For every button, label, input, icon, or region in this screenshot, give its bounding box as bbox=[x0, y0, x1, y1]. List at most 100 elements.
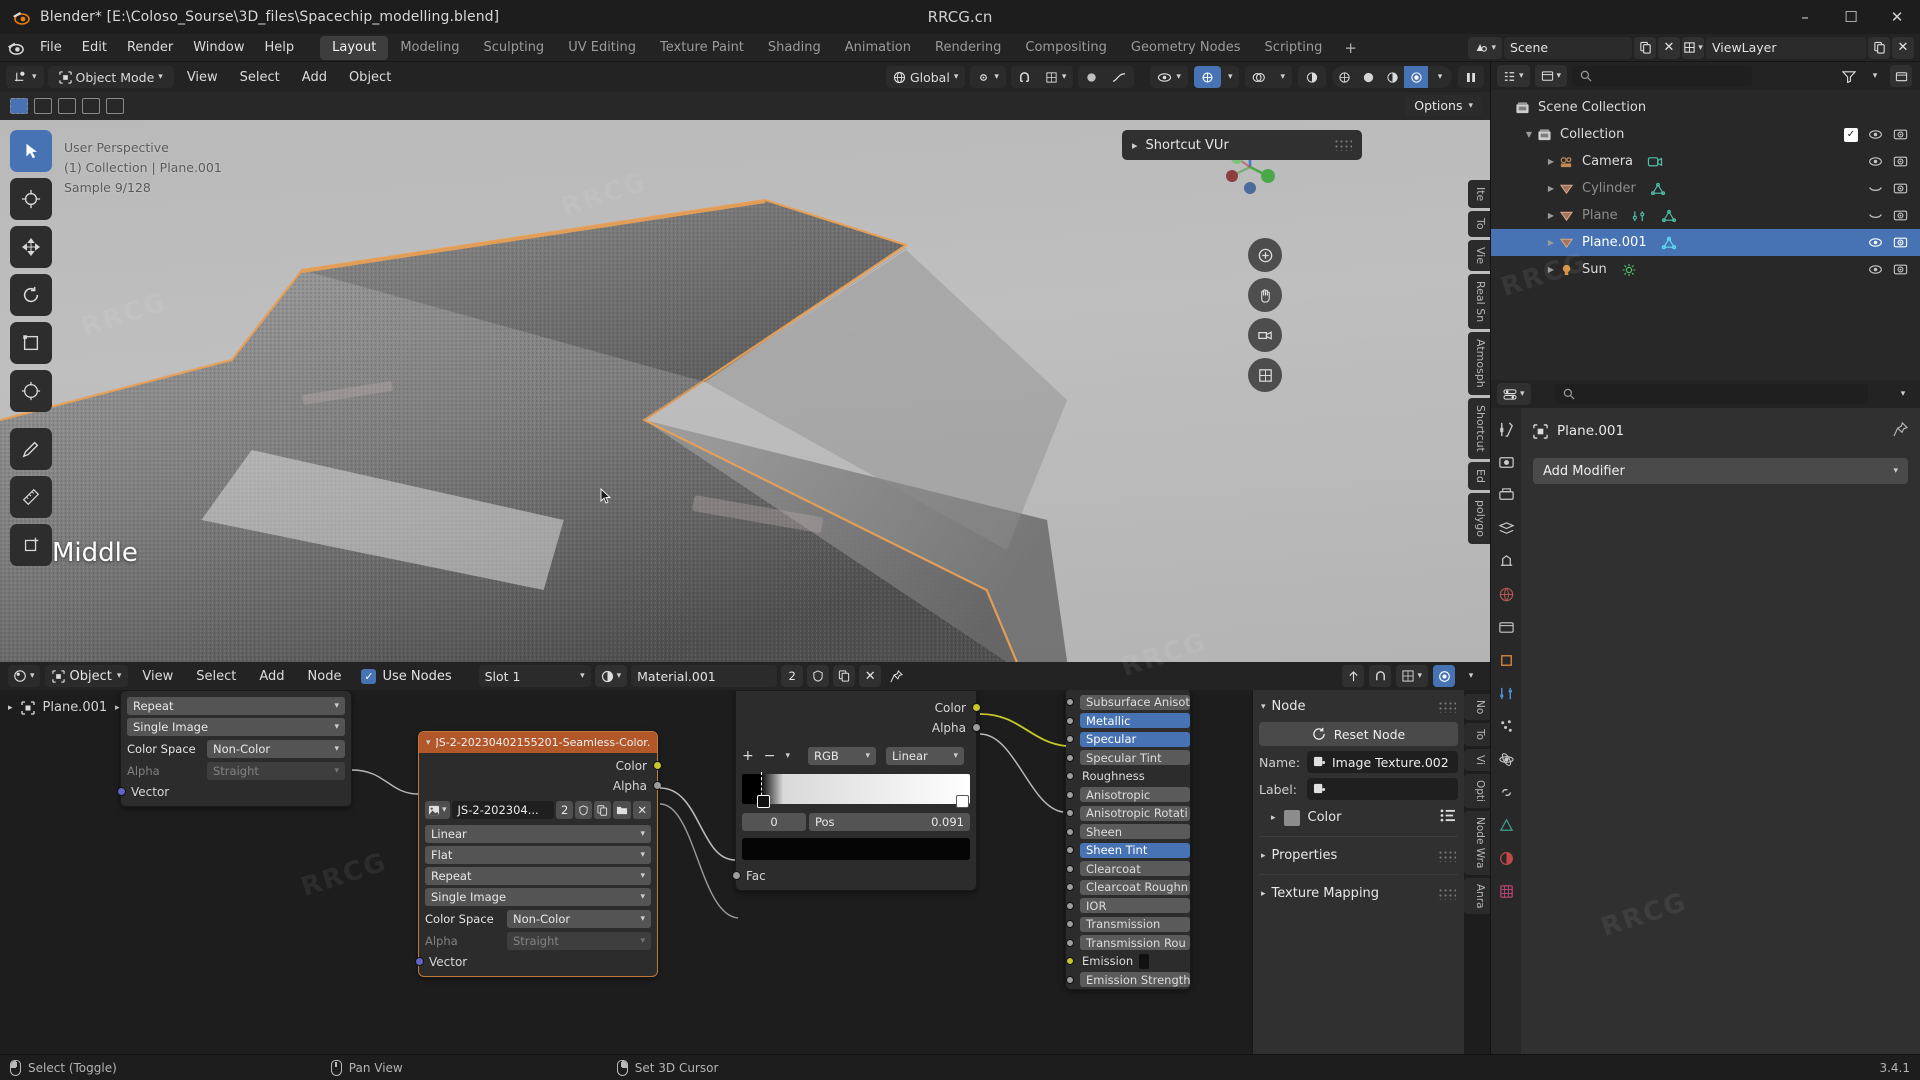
viewlayer-name-field[interactable]: ViewLayer bbox=[1706, 36, 1866, 59]
tab-viewlayer-icon[interactable] bbox=[1495, 517, 1517, 539]
overlays-options-icon[interactable]: ▾ bbox=[1273, 66, 1292, 88]
sidetab-tool[interactable]: To bbox=[1468, 211, 1490, 237]
ramp-remove-button[interactable]: − bbox=[764, 748, 776, 764]
image-texture-out-color[interactable]: Color bbox=[425, 757, 662, 774]
socket-dot-icon[interactable] bbox=[1066, 883, 1074, 892]
properties-pin-icon[interactable] bbox=[1893, 421, 1909, 441]
back-vector-input[interactable]: Vector bbox=[117, 783, 345, 800]
disclosure-open-icon[interactable]: ▼ bbox=[1521, 130, 1537, 139]
material-browse-icon[interactable]: ▾ bbox=[594, 665, 628, 687]
vector-input-socket-icon[interactable] bbox=[415, 957, 424, 966]
remove-viewlayer-icon[interactable]: ✕ bbox=[1892, 36, 1914, 59]
np-tab-anra[interactable]: Anra bbox=[1464, 877, 1490, 915]
socket-dot-icon[interactable] bbox=[1066, 790, 1074, 799]
render-visibility-camera-icon[interactable] bbox=[1893, 236, 1908, 249]
toggle-ortho-icon[interactable] bbox=[1248, 358, 1282, 392]
tool-add-cube-icon[interactable] bbox=[10, 524, 52, 566]
outliner-editor-type-icon[interactable]: ▾ bbox=[1497, 65, 1530, 87]
object-data-icon[interactable] bbox=[1647, 155, 1663, 169]
shading-rendered-icon[interactable] bbox=[1404, 66, 1428, 88]
snapping-group[interactable]: ▾ bbox=[1010, 66, 1074, 88]
overlays-toggle-icon[interactable] bbox=[1245, 66, 1273, 88]
snap-to-icon[interactable]: ▾ bbox=[1038, 66, 1074, 88]
select-subtract-icon[interactable] bbox=[58, 98, 76, 114]
tab-scene-icon[interactable] bbox=[1495, 550, 1517, 572]
tab-particles-icon[interactable] bbox=[1495, 715, 1517, 737]
tab-uv-editing[interactable]: UV Editing bbox=[556, 36, 648, 60]
properties-search-input[interactable] bbox=[1554, 384, 1868, 404]
color-socket-icon[interactable] bbox=[653, 761, 662, 770]
object-data-icon[interactable] bbox=[1661, 209, 1677, 223]
tool-scale-icon[interactable] bbox=[10, 322, 52, 364]
properties-drag-icon[interactable] bbox=[1438, 849, 1456, 862]
tool-annotate-icon[interactable] bbox=[10, 428, 52, 470]
color-swatch[interactable] bbox=[1283, 809, 1300, 826]
tool-measure-icon[interactable] bbox=[10, 476, 52, 518]
socket-dot-icon[interactable] bbox=[1066, 772, 1074, 781]
object-data-icon[interactable] bbox=[1661, 236, 1677, 250]
tool-tweak-icon[interactable] bbox=[10, 130, 52, 172]
visibility-eye-icon[interactable] bbox=[1868, 236, 1883, 249]
ramp-alpha-socket-icon[interactable] bbox=[972, 723, 981, 732]
outliner-row[interactable]: ▼ Collection ✓ bbox=[1491, 121, 1920, 148]
principled-socket-row[interactable]: Anisotropic bbox=[1066, 786, 1190, 805]
ramp-selected-color-swatch[interactable] bbox=[742, 838, 970, 860]
overlay-group[interactable]: ▾ bbox=[1245, 66, 1292, 88]
shortcut-vur-panel[interactable]: ▸ Shortcut VUr bbox=[1122, 130, 1362, 160]
node-principled-bsdf[interactable]: Subsurface Anisot Metallic Specular Specula… bbox=[1065, 690, 1191, 990]
object-mode-button[interactable]: Object Mode ▾ bbox=[52, 66, 170, 88]
node-preview-toggle-icon[interactable] bbox=[1433, 665, 1455, 687]
disclosure-closed-icon[interactable]: ▶ bbox=[1543, 211, 1559, 220]
alpha-socket-icon[interactable] bbox=[653, 781, 662, 790]
tool-move-icon[interactable] bbox=[10, 226, 52, 268]
image-fake-user-icon[interactable] bbox=[575, 801, 593, 819]
unlink-scene-icon[interactable]: ✕ bbox=[1658, 36, 1680, 59]
menu-edit[interactable]: Edit bbox=[72, 37, 117, 59]
properties-options-chevron-icon[interactable]: ▾ bbox=[1892, 383, 1914, 405]
back-colorspace-dropdown[interactable]: Non-Color ▾ bbox=[207, 739, 345, 758]
principled-socket-row[interactable]: Clearcoat Roughn bbox=[1066, 878, 1190, 897]
outliner-row[interactable]: ▶ Cylinder bbox=[1491, 175, 1920, 202]
principled-socket-row[interactable]: Specular Tint bbox=[1066, 749, 1190, 768]
tab-world-icon[interactable] bbox=[1495, 583, 1517, 605]
ramp-interpolation-dropdown[interactable]: Linear ▾ bbox=[886, 747, 964, 765]
node-snapping-options[interactable]: ▾ bbox=[1396, 665, 1428, 687]
node-name-input[interactable]: Image Texture.002 bbox=[1307, 751, 1458, 773]
np-tab-view[interactable]: Vi bbox=[1464, 749, 1490, 772]
principled-socket-row[interactable]: Transmission Rou bbox=[1066, 934, 1190, 953]
principled-socket-row[interactable]: Specular bbox=[1066, 730, 1190, 749]
select-intersect-icon[interactable] bbox=[106, 98, 124, 114]
shader-menu-add[interactable]: Add bbox=[250, 669, 293, 684]
outliner-new-collection-icon[interactable] bbox=[1890, 65, 1912, 87]
socket-dot-icon[interactable] bbox=[1066, 938, 1074, 947]
shading-material-icon[interactable] bbox=[1380, 66, 1404, 88]
node-magnet-icon[interactable] bbox=[1369, 665, 1392, 687]
tab-sculpting[interactable]: Sculpting bbox=[471, 36, 556, 60]
object-data-icon[interactable] bbox=[1621, 263, 1637, 277]
image-texture-vector-input[interactable]: Vector bbox=[415, 953, 651, 970]
tab-modifier-icon[interactable] bbox=[1495, 682, 1517, 704]
visibility-eye-closed-icon[interactable] bbox=[1868, 182, 1883, 195]
principled-socket-row[interactable]: Metallic bbox=[1066, 712, 1190, 731]
tab-shading[interactable]: Shading bbox=[756, 36, 833, 60]
outliner-row[interactable]: ▶ Plane.001 bbox=[1491, 229, 1920, 256]
outliner-filter-icon[interactable] bbox=[1838, 65, 1860, 87]
viewport-menu-select[interactable]: Select bbox=[231, 70, 289, 85]
sidetab-atmosphere[interactable]: Atmosph bbox=[1468, 332, 1490, 395]
ramp-color-mode-dropdown[interactable]: RGB ▾ bbox=[808, 747, 876, 765]
duplicate-material-icon[interactable] bbox=[833, 665, 856, 687]
outliner-row[interactable]: ▶ Plane bbox=[1491, 202, 1920, 229]
viewport-options-button[interactable]: Options ▾ bbox=[1405, 95, 1482, 116]
vector-socket-icon[interactable] bbox=[117, 787, 126, 796]
viewport-menu-view[interactable]: View bbox=[178, 70, 227, 85]
render-visibility-camera-icon[interactable] bbox=[1893, 263, 1908, 276]
menu-render[interactable]: Render bbox=[117, 37, 183, 59]
viewport-menu-add[interactable]: Add bbox=[293, 70, 336, 85]
principled-socket-row[interactable]: Subsurface Anisot bbox=[1066, 693, 1190, 712]
tab-data-icon[interactable] bbox=[1495, 814, 1517, 836]
pan-hand-icon[interactable] bbox=[1248, 278, 1282, 312]
transform-orientation-button[interactable]: Global ▾ bbox=[886, 66, 965, 88]
tab-texture-paint[interactable]: Texture Paint bbox=[648, 36, 756, 60]
tab-physics-icon[interactable] bbox=[1495, 748, 1517, 770]
socket-dot-icon[interactable] bbox=[1066, 920, 1074, 929]
